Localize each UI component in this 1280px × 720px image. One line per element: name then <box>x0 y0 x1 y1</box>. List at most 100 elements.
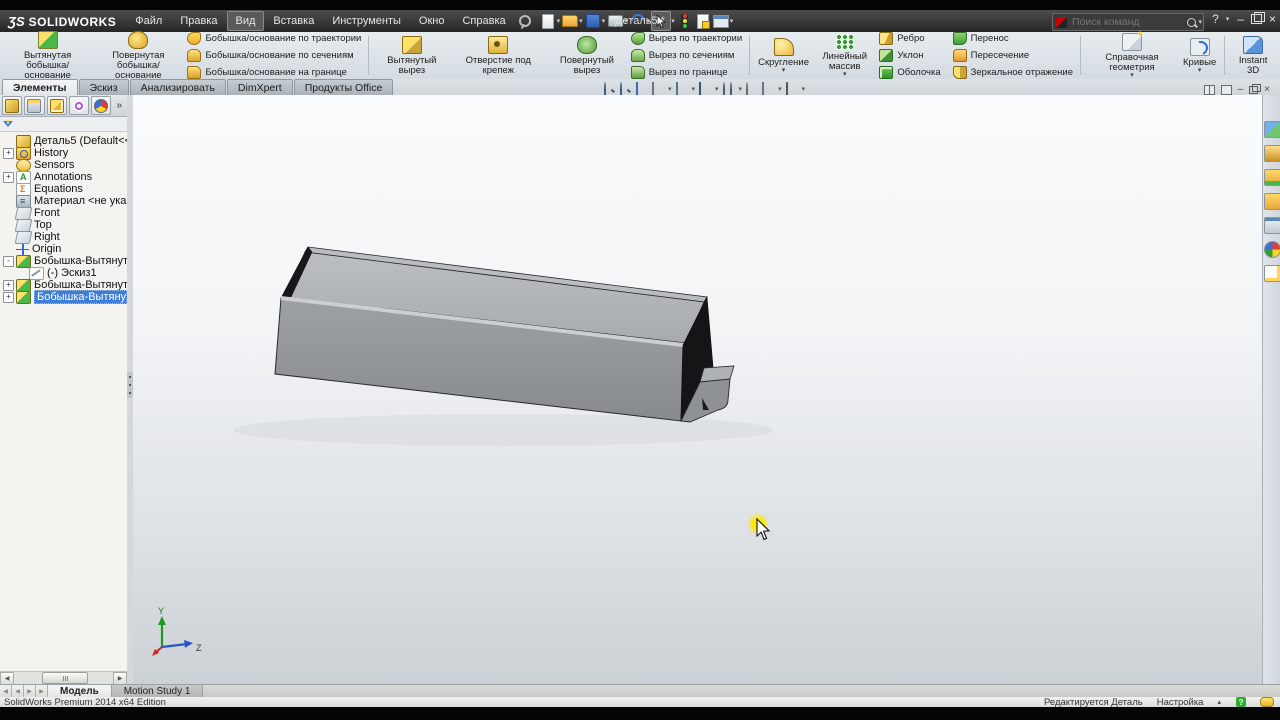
revolved-cut-button[interactable]: Повернутый вырез <box>546 34 628 78</box>
refgeo-caret-icon[interactable]: ▾ <box>1130 73 1134 79</box>
tree-item-history[interactable]: + History <box>0 147 127 159</box>
menu-window[interactable]: Окно <box>410 11 454 31</box>
scene-caret-icon[interactable]: ▾ <box>778 85 782 93</box>
quick-tips-help-icon[interactable]: ? <box>1236 697 1246 707</box>
tab-sketch[interactable]: Эскиз <box>79 79 129 95</box>
file-properties-button[interactable] <box>694 12 712 30</box>
tree-item-boss-extrude1[interactable]: - Бобышка-Вытянуть1 <box>0 255 127 267</box>
assistant-icon[interactable] <box>1260 697 1274 707</box>
tab-dimxpert[interactable]: DimXpert <box>227 79 293 95</box>
design-library-icon[interactable] <box>1264 145 1280 162</box>
options-button[interactable] <box>712 12 730 30</box>
lofted-boss-button[interactable]: Бобышка/основание по сечениям <box>184 48 364 63</box>
tree-item-origin[interactable]: Origin <box>0 243 127 255</box>
panel-horizontal-scrollbar[interactable]: ◀ ▶ <box>0 671 127 684</box>
tree-item-right-plane[interactable]: Right <box>0 231 127 243</box>
tree-item-equations[interactable]: Equations <box>0 183 127 195</box>
search-input[interactable] <box>1070 15 1187 29</box>
tree-item-top-plane[interactable]: Top <box>0 219 127 231</box>
fillet-button[interactable]: Скругление ▾ <box>754 36 813 76</box>
status-settings-button[interactable]: Настройка <box>1157 697 1204 708</box>
graphics-viewport[interactable]: Y Z <box>133 95 1262 684</box>
settings-caret-icon[interactable]: ▴ <box>1217 698 1221 706</box>
tree-filter-bar[interactable] <box>0 117 127 132</box>
doc-minimize-button[interactable]: – <box>1238 84 1244 95</box>
wrap-button[interactable]: Перенос <box>950 31 1076 46</box>
tree-item-sensors[interactable]: Sensors <box>0 159 127 171</box>
hide-show-caret-icon[interactable]: ▾ <box>739 85 743 93</box>
command-search[interactable]: ▾ <box>1052 13 1204 31</box>
lofted-cut-button[interactable]: Вырез по сечениям <box>628 48 745 63</box>
new-document-button[interactable] <box>539 12 557 30</box>
custom-properties-icon[interactable] <box>1264 265 1280 282</box>
shell-button[interactable]: Оболочка <box>876 65 943 80</box>
expand-toggle[interactable]: + <box>3 172 14 183</box>
search-caret-icon[interactable]: ▾ <box>1198 18 1202 26</box>
menu-tools[interactable]: Инструменты <box>323 11 410 31</box>
displaymanager-tab[interactable] <box>91 96 111 115</box>
doc-restore-button[interactable] <box>1249 86 1258 94</box>
rebuild-button[interactable] <box>676 12 694 30</box>
new-caret-icon[interactable]: ▾ <box>557 17 561 25</box>
open-button[interactable] <box>561 12 579 30</box>
appearances-scenes-icon[interactable] <box>1264 241 1280 258</box>
curves-caret-icon[interactable]: ▾ <box>1198 68 1202 74</box>
menu-help[interactable]: Справка <box>453 11 514 31</box>
select-caret-icon[interactable]: ▾ <box>671 17 675 25</box>
extruded-boss-button[interactable]: Вытянутая бобышка/основание <box>3 29 92 83</box>
options-caret-icon[interactable]: ▾ <box>730 17 734 25</box>
scroll-right-icon[interactable]: ▶ <box>113 672 127 685</box>
open-caret-icon[interactable]: ▾ <box>579 17 583 25</box>
part-model[interactable] <box>233 247 773 446</box>
camera-caret-icon[interactable]: ▾ <box>802 85 806 93</box>
menu-view[interactable]: Вид <box>227 11 265 31</box>
orientation-caret-icon[interactable]: ▾ <box>692 85 696 93</box>
file-explorer-icon[interactable] <box>1264 169 1280 186</box>
reference-geometry-button[interactable]: Справочная геометрия ▾ <box>1085 31 1179 81</box>
view-palette-icon[interactable] <box>1264 217 1280 234</box>
swept-cut-button[interactable]: Вырез по траектории <box>628 31 745 46</box>
menu-insert[interactable]: Вставка <box>264 11 323 31</box>
swept-boss-button[interactable]: Бобышка/основание по траектории <box>184 31 364 46</box>
search-icon[interactable] <box>1187 18 1196 27</box>
dimxpertmanager-tab[interactable] <box>69 96 89 115</box>
extruded-cut-button[interactable]: Вытянутый вырез <box>373 34 450 78</box>
tab-office-products[interactable]: Продукты Office <box>294 79 394 95</box>
help-button[interactable]: ? <box>1212 12 1219 26</box>
save-caret-icon[interactable]: ▾ <box>602 17 606 25</box>
tree-item-material[interactable]: Материал <не указан> <box>0 195 127 207</box>
draft-button[interactable]: Уклон <box>876 48 943 63</box>
scroll-left-icon[interactable]: ◀ <box>0 672 14 685</box>
minimize-button[interactable]: – <box>1237 12 1244 26</box>
split-view-vertical-icon[interactable] <box>1221 85 1232 95</box>
boundary-boss-button[interactable]: Бобышка/основание на границе <box>184 65 364 80</box>
tree-item-front-plane[interactable]: Front <box>0 207 127 219</box>
hole-wizard-button[interactable]: Отверстие под крепеж <box>450 34 546 78</box>
help-caret-icon[interactable]: ▾ <box>1226 15 1230 23</box>
split-view-horizontal-icon[interactable] <box>1204 85 1215 95</box>
section-caret-icon[interactable]: ▾ <box>668 85 672 93</box>
rib-button[interactable]: Ребро <box>876 31 943 46</box>
mirror-button[interactable]: Зеркальное отражение <box>950 65 1076 80</box>
instant3d-button[interactable]: Instant 3D <box>1229 34 1277 78</box>
featuremanager-tab[interactable] <box>2 96 22 115</box>
fillet-caret-icon[interactable]: ▾ <box>782 68 786 74</box>
expand-toggle[interactable]: + <box>3 280 14 291</box>
propertymanager-tab[interactable] <box>24 96 44 115</box>
curves-button[interactable]: Кривые ▾ <box>1179 36 1220 76</box>
display-style-caret-icon[interactable]: ▾ <box>715 85 719 93</box>
tree-item-sketch1[interactable]: (-) Эскиз1 <box>0 267 127 279</box>
scrollbar-thumb[interactable] <box>42 672 88 684</box>
tree-root-part[interactable]: Деталь5 (Default<<Default>_Ph <box>0 135 127 147</box>
expand-toggle[interactable]: + <box>3 292 14 303</box>
revolved-boss-button[interactable]: Повернутая бобышка/основание <box>92 29 184 83</box>
configurationmanager-tab[interactable] <box>47 96 67 115</box>
restore-button[interactable] <box>1251 14 1262 24</box>
panel-overflow-chevron-icon[interactable]: » <box>113 100 125 111</box>
doc-close-button[interactable]: × <box>1264 84 1270 95</box>
open-documents-folder-icon[interactable] <box>1264 193 1280 210</box>
boundary-cut-button[interactable]: Вырез по границе <box>628 65 745 80</box>
intersect-button[interactable]: Пересечение <box>950 48 1076 63</box>
pin-toolbar-icon[interactable] <box>519 15 531 27</box>
solidworks-resources-icon[interactable] <box>1264 121 1280 138</box>
